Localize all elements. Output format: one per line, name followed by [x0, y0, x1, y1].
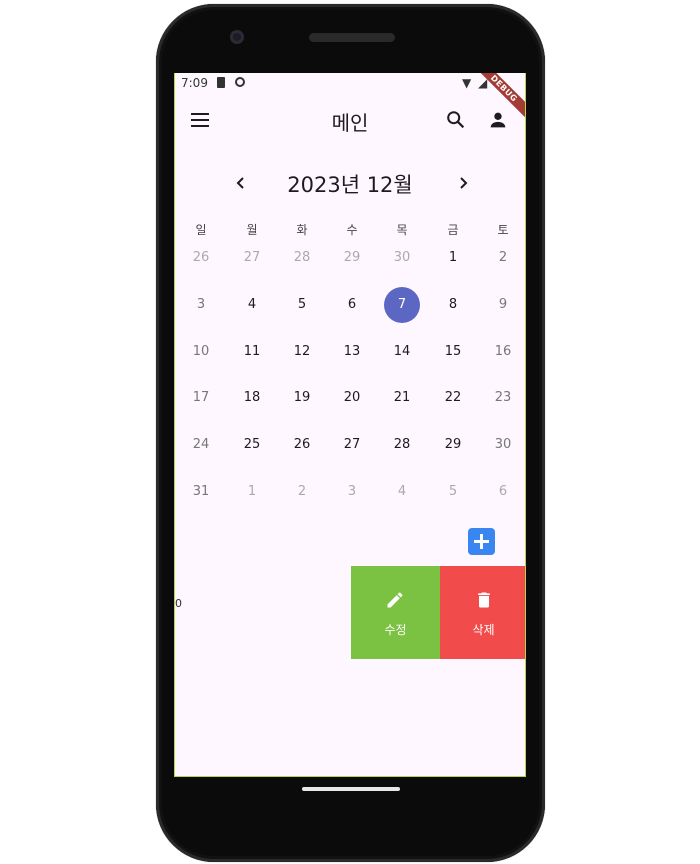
calendar-day[interactable]: 23: [485, 380, 521, 416]
calendar-day[interactable]: 27: [234, 240, 270, 276]
trash-icon: [478, 592, 490, 608]
calendar-day[interactable]: 1: [234, 474, 270, 510]
calendar-day[interactable]: 2: [485, 240, 521, 276]
add-button[interactable]: [468, 528, 495, 555]
weekday-label: 금: [447, 223, 459, 237]
calendar-day[interactable]: 9: [485, 287, 521, 323]
weekday-label: 월: [246, 223, 258, 237]
list-item-text: 0: [175, 597, 182, 610]
pencil-icon: [387, 592, 403, 608]
calendar-day[interactable]: 30: [384, 240, 420, 276]
calendar-day[interactable]: 6: [485, 474, 521, 510]
front-camera: [230, 30, 244, 44]
calendar-day[interactable]: 21: [384, 380, 420, 416]
weekday-label: 화: [296, 223, 308, 237]
calendar-day[interactable]: 27: [334, 427, 370, 463]
calendar-day[interactable]: 4: [234, 287, 270, 323]
calendar-day[interactable]: 8: [435, 287, 471, 323]
weekday-label: 목: [396, 223, 408, 237]
calendar-day[interactable]: 28: [384, 427, 420, 463]
earpiece-speaker: [309, 33, 395, 42]
calendar-day[interactable]: 18: [234, 380, 270, 416]
calendar-day[interactable]: 16: [485, 334, 521, 370]
status-bar: 7:09 ▼ ◢: [175, 73, 525, 95]
app-bar: 메인: [175, 95, 525, 147]
calendar-day[interactable]: 19: [284, 380, 320, 416]
weekday-label: 일: [195, 223, 207, 237]
edit-action-button[interactable]: 수정: [351, 566, 440, 659]
calendar-day[interactable]: 10: [183, 334, 219, 370]
weekday-label: 토: [497, 223, 509, 237]
calendar-day[interactable]: 15: [435, 334, 471, 370]
calendar-day[interactable]: 2: [284, 474, 320, 510]
calendar-day[interactable]: 28: [284, 240, 320, 276]
calendar-day[interactable]: 3: [334, 474, 370, 510]
calendar-day[interactable]: 5: [435, 474, 471, 510]
sync-icon: [235, 77, 245, 87]
calendar-day[interactable]: 25: [234, 427, 270, 463]
calendar-day[interactable]: 3: [183, 287, 219, 323]
calendar-day[interactable]: 29: [334, 240, 370, 276]
home-indicator[interactable]: [302, 787, 400, 791]
app-screen: 7:09 ▼ ◢ DEBUG 메인 2023년 12월 일월화수목금토 26 27…: [174, 73, 526, 777]
calendar-day[interactable]: 20: [334, 380, 370, 416]
person-icon[interactable]: [487, 109, 509, 131]
page-title: 메인: [331, 111, 369, 135]
calendar-day[interactable]: 31: [183, 474, 219, 510]
calendar-day[interactable]: 22: [435, 380, 471, 416]
calendar-day[interactable]: 30: [485, 427, 521, 463]
edit-label: 수정: [384, 623, 407, 637]
delete-action-button[interactable]: 삭제: [440, 566, 525, 659]
weekday-label: 수: [346, 223, 358, 237]
calendar-day[interactable]: 1: [435, 240, 471, 276]
calendar-day[interactable]: 14: [384, 334, 420, 370]
calendar-day[interactable]: 5: [284, 287, 320, 323]
calendar-day[interactable]: 13: [334, 334, 370, 370]
calendar-day[interactable]: 7: [384, 287, 420, 323]
calendar-day[interactable]: 29: [435, 427, 471, 463]
calendar-day[interactable]: 24: [183, 427, 219, 463]
delete-label: 삭제: [472, 623, 495, 637]
calendar-day[interactable]: 17: [183, 380, 219, 416]
calendar-day[interactable]: 12: [284, 334, 320, 370]
chevron-right-icon[interactable]: [453, 171, 473, 195]
wifi-icon: ▼: [462, 76, 472, 90]
calendar-header: 2023년 12월: [175, 169, 525, 199]
calendar-day[interactable]: 4: [384, 474, 420, 510]
calendar-day[interactable]: 11: [234, 334, 270, 370]
search-icon[interactable]: [445, 109, 467, 131]
status-time: 7:09: [181, 76, 208, 90]
weekday-row: 일월화수목금토: [175, 221, 525, 237]
calendar-day[interactable]: 26: [284, 427, 320, 463]
calendar-day[interactable]: 26: [183, 240, 219, 276]
sd-card-icon: [217, 77, 225, 88]
calendar-day[interactable]: 6: [334, 287, 370, 323]
